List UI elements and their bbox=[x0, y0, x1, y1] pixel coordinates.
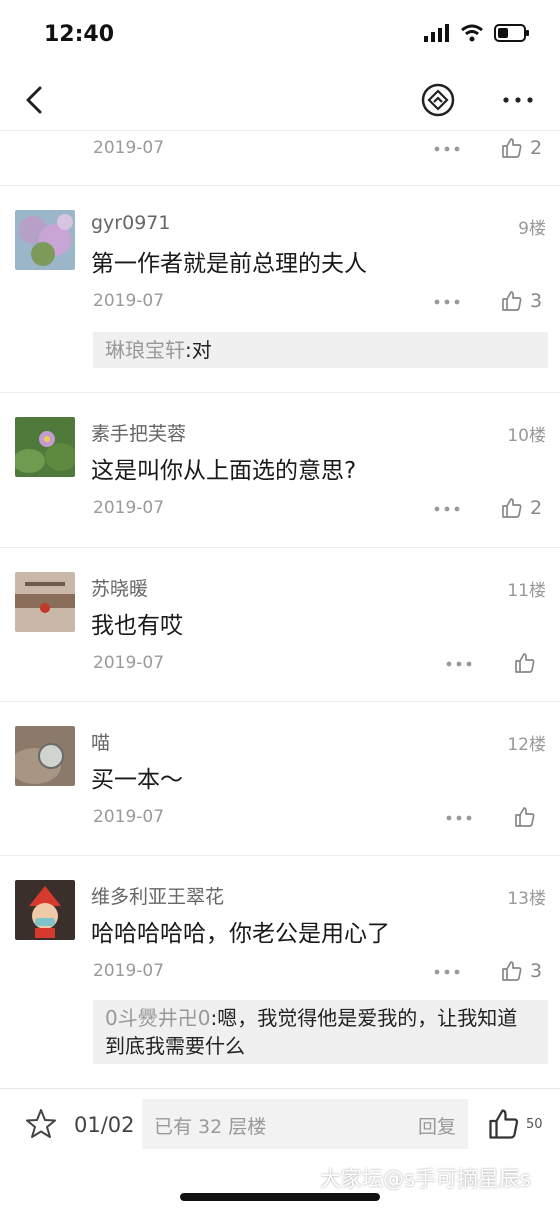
post-item: 喵 12楼 买一本～ 2019-07 bbox=[0, 701, 560, 855]
share-icon[interactable] bbox=[420, 82, 456, 118]
floor-number: 11楼 bbox=[507, 581, 546, 601]
like-button[interactable] bbox=[513, 651, 543, 675]
reply-text: :对 bbox=[185, 338, 212, 362]
avatar[interactable] bbox=[15, 210, 75, 270]
thumbs-up-icon bbox=[502, 291, 522, 311]
page-indicator[interactable]: 01/02 bbox=[74, 1113, 135, 1137]
battery-icon bbox=[494, 24, 529, 42]
like-button[interactable]: 2 bbox=[500, 136, 542, 160]
more-options-icon[interactable] bbox=[433, 292, 461, 312]
signal-icon bbox=[424, 24, 449, 42]
post-date: 2019-07 bbox=[93, 807, 165, 827]
floor-number: 10楼 bbox=[507, 426, 546, 446]
post-meta: 2019-07 3 bbox=[0, 954, 560, 990]
avatar[interactable] bbox=[15, 880, 75, 940]
thumbs-up-icon[interactable] bbox=[486, 1106, 522, 1142]
like-count: 3 bbox=[530, 290, 543, 312]
more-icon[interactable] bbox=[498, 82, 538, 118]
comment-text: 第一作者就是前总理的夫人 bbox=[91, 251, 367, 277]
partial-post-meta: 2019-07 2 bbox=[0, 131, 560, 185]
avatar[interactable] bbox=[15, 726, 75, 786]
post-date: 2019-07 bbox=[93, 961, 165, 981]
thumbs-up-icon bbox=[502, 961, 522, 981]
like-count: 2 bbox=[530, 137, 543, 159]
watermark: 大家坛@s手可摘星辰s bbox=[320, 1167, 531, 1191]
comment-text: 买一本～ bbox=[91, 767, 183, 793]
avatar[interactable] bbox=[15, 572, 75, 632]
quoted-reply[interactable]: 0斗㸑井卍0:嗯，我觉得他是爱我的，让我知道到底我需要什么 bbox=[93, 1000, 548, 1064]
thumbs-up-icon bbox=[515, 807, 535, 827]
wifi-icon bbox=[461, 24, 483, 42]
quoted-reply[interactable]: 琳琅宝轩:对 bbox=[93, 332, 548, 368]
more-options-icon[interactable] bbox=[433, 139, 461, 159]
like-count: 3 bbox=[530, 960, 543, 982]
floor-number: 9楼 bbox=[518, 219, 546, 239]
like-button[interactable] bbox=[513, 805, 543, 829]
post-date: 2019-07 bbox=[93, 138, 165, 158]
username[interactable]: gyr0971 bbox=[91, 212, 170, 234]
reply-author: 0斗㸑井卍0 bbox=[105, 1006, 211, 1030]
like-button[interactable]: 3 bbox=[500, 289, 542, 313]
like-count: 2 bbox=[530, 497, 543, 519]
comment-text: 哈哈哈哈哈，你老公是用心了 bbox=[91, 921, 390, 947]
username[interactable]: 维多利亚王翠花 bbox=[91, 882, 224, 909]
avatar[interactable] bbox=[15, 417, 75, 477]
comment-text: 这是叫你从上面选的意思? bbox=[91, 458, 357, 484]
nav-bar bbox=[0, 70, 560, 131]
thumbs-up-icon bbox=[502, 498, 522, 518]
comment-feed: 2019-07 2 gyr0971 9楼 第一作者就是前总理的夫人 2019-0… bbox=[0, 131, 560, 1088]
more-options-icon[interactable] bbox=[433, 962, 461, 982]
reply-input[interactable]: 已有 32 层楼 回复 bbox=[142, 1099, 468, 1149]
post-date: 2019-07 bbox=[93, 653, 165, 673]
username[interactable]: 苏晓暖 bbox=[91, 574, 148, 601]
post-meta: 2019-07 bbox=[0, 646, 560, 682]
post-item: 维多利亚王翠花 13楼 哈哈哈哈哈，你老公是用心了 2019-07 3 0斗㸑井… bbox=[0, 855, 560, 1088]
post-item: 素手把芙蓉 10楼 这是叫你从上面选的意思? 2019-07 2 bbox=[0, 392, 560, 547]
floor-number: 12楼 bbox=[507, 735, 546, 755]
reply-button[interactable]: 回复 bbox=[418, 1112, 456, 1139]
like-button[interactable]: 3 bbox=[500, 959, 542, 983]
more-options-icon[interactable] bbox=[433, 499, 461, 519]
bottom-toolbar: 01/02 已有 32 层楼 回复 50 大家坛@s手可摘星辰s bbox=[0, 1088, 560, 1213]
thumbs-up-icon bbox=[502, 138, 522, 158]
home-indicator[interactable] bbox=[180, 1193, 380, 1201]
back-icon[interactable] bbox=[18, 82, 54, 118]
thumbs-up-icon bbox=[515, 653, 535, 673]
post-item: 苏晓暖 11楼 我也有哎 2019-07 bbox=[0, 547, 560, 701]
post-date: 2019-07 bbox=[93, 291, 165, 311]
star-icon[interactable] bbox=[24, 1107, 58, 1141]
username[interactable]: 喵 bbox=[91, 728, 110, 755]
post-meta: 2019-07 3 bbox=[0, 284, 560, 320]
like-button[interactable]: 2 bbox=[500, 496, 542, 520]
status-icons bbox=[424, 24, 530, 42]
reply-author: 琳琅宝轩 bbox=[105, 338, 185, 362]
post-date: 2019-07 bbox=[93, 498, 165, 518]
reply-input-placeholder: 已有 32 层楼 bbox=[154, 1116, 267, 1138]
status-bar: 12:40 bbox=[0, 0, 560, 70]
status-time: 12:40 bbox=[44, 22, 115, 47]
more-options-icon[interactable] bbox=[445, 808, 473, 828]
floor-number: 13楼 bbox=[507, 889, 546, 909]
post-meta: 2019-07 2 bbox=[0, 491, 560, 527]
username[interactable]: 素手把芙蓉 bbox=[91, 419, 186, 446]
more-options-icon[interactable] bbox=[445, 654, 473, 674]
total-like-count: 50 bbox=[526, 1117, 543, 1132]
comment-text: 我也有哎 bbox=[91, 613, 183, 639]
post-meta: 2019-07 bbox=[0, 800, 560, 836]
post-item: gyr0971 9楼 第一作者就是前总理的夫人 2019-07 3 琳琅宝轩:对 bbox=[0, 185, 560, 392]
